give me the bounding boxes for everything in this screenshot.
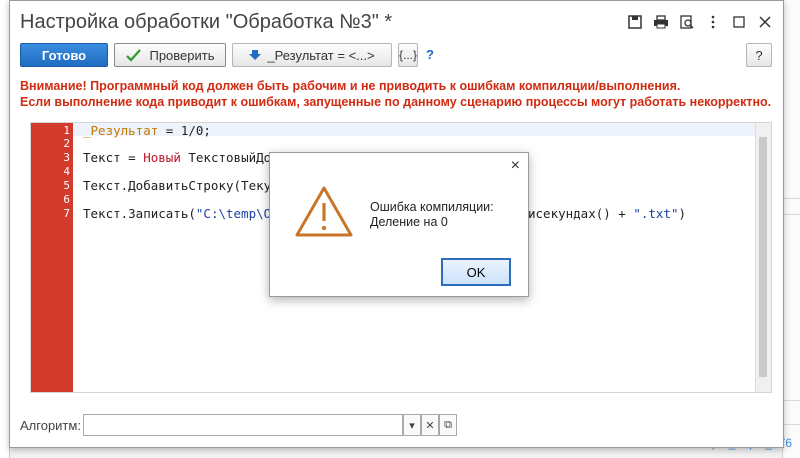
line-number: 5 [63,179,70,192]
code-token: Текст = [83,150,144,165]
warning-text: Внимание! Программный код должен быть ра… [20,78,771,110]
preview-icon[interactable] [677,12,697,32]
insert-block-button[interactable]: {...} [398,43,418,67]
code-token: "C:\temp\O [195,206,272,221]
vertical-scrollbar[interactable] [755,123,771,392]
help-link[interactable]: ? [426,47,434,62]
line-number: 1 [63,124,70,137]
clear-icon[interactable]: ✕ [421,414,439,436]
code-token: = 1/0; [158,123,211,138]
algorithm-input[interactable] [83,414,403,436]
code-token: Новый [143,150,181,165]
done-button[interactable]: Готово [20,43,108,67]
line-number: 3 [63,151,70,164]
line-number: 2 [63,137,70,150]
error-dialog: × Ошибка компиляции: Деление на 0 OK [269,152,529,297]
dialog-message-line-1: Ошибка компиляции: [370,200,494,214]
arrow-down-icon [249,50,262,60]
code-line-1: _Результат = 1/0; [83,123,211,138]
background-right-panel [782,0,800,458]
open-icon[interactable]: ⧉ [439,414,457,436]
code-line-7-end: исекундах() + ".txt") [528,206,686,221]
ok-button[interactable]: OK [441,258,511,286]
more-menu-icon[interactable] [703,12,723,32]
insert-result-label: _Результат = <...> [267,47,375,63]
code-line-7-start: Текст.Записать("C:\temp\O [83,206,271,221]
dialog-message: Ошибка компиляции: Деление на 0 [370,200,494,230]
dialog-message-line-2: Деление на 0 [370,215,448,229]
check-button[interactable]: Проверить [114,43,226,67]
help-button[interactable]: ? [746,43,772,67]
check-button-label: Проверить [149,47,215,63]
window-title: Настройка обработки "Обработка №3" * [20,11,393,33]
title-bar-icons [625,12,775,32]
code-token: ".txt" [633,206,679,221]
algorithm-label: Алгоритм: [20,418,81,433]
warning-line-2: Если выполнение кода приводит к ошибкам,… [20,95,772,109]
save-icon[interactable] [625,12,645,32]
maximize-icon[interactable] [729,12,749,32]
warning-line-1: Внимание! Программный код должен быть ра… [20,79,681,93]
scrollbar-thumb[interactable] [759,137,767,377]
code-token: исекундах() + [528,206,634,221]
algorithm-row: Алгоритм: ▾ ✕ ⧉ [20,414,772,438]
insert-result-button[interactable]: _Результат = <...> [232,43,392,67]
code-token: Текст.Записать( [83,206,196,221]
code-line-5: Текст.ДобавитьСтроку(Текущ [83,178,279,193]
close-icon[interactable] [755,12,775,32]
code-token: ) [678,206,687,221]
code-token: _Результат [83,123,159,138]
print-icon[interactable] [651,12,671,32]
warning-icon [294,185,354,244]
line-number-gutter: 1 2 3 4 5 6 7 [31,123,73,392]
toolbar: Готово Проверить _Результат = <...> {...… [20,43,772,69]
line-number: 6 [63,193,70,206]
dropdown-icon[interactable]: ▾ [403,414,421,436]
line-number: 4 [63,165,70,178]
line-number: 7 [63,207,70,220]
check-syntax-icon [126,49,142,62]
dialog-close-icon[interactable]: × [511,157,520,175]
